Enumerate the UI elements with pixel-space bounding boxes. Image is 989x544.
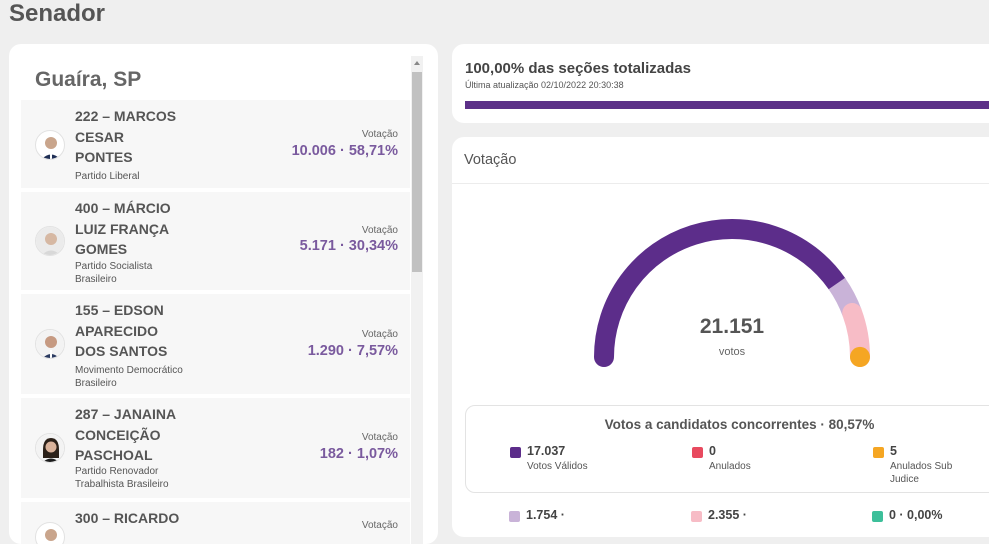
vote-label: Votação [361,129,398,140]
stat-label: Anulados Sub Judice [890,461,953,485]
vote-value: 1.290 · 7,57% [307,343,398,359]
total-votes: 21.151 [699,315,765,338]
vote-value: 10.006 · 58,71% [291,143,398,159]
candidate-photo [35,433,65,463]
candidate-card[interactable]: 222 – MARCOS CESAR PONTES Partido Libera… [21,100,410,188]
candidate-list: 222 – MARCOS CESAR PONTES Partido Libera… [21,100,410,544]
progress-fill [465,101,989,109]
totalization-title: 100,00% das seções totalizadas [465,60,691,77]
candidate-party: Movimento Democrático Brasileiro [75,365,183,389]
candidate-card[interactable]: 300 – RICARDO Votação [21,502,410,544]
candidate-name: 300 – RICARDO [75,510,180,526]
scrollbar-thumb[interactable] [412,72,422,272]
valid-votes-swatch [510,447,521,458]
stat-value: 0 · 0,00% [889,508,943,522]
votes-card: Votação 21.151 votos Votos a candidatos … [452,137,989,537]
candidate-name: 287 – JANAINA CONCEIÇÃO PASCHOAL [75,406,176,463]
null-swatch [691,511,702,522]
stat-value: 0 [709,444,716,458]
candidate-party: Partido Socialista Brasileiro [75,261,153,285]
stat-value: 5 [890,444,897,458]
summary-title: Votos a candidatos concorrentes · 80,57% [604,417,875,432]
scroll-up-arrow-icon[interactable] [414,61,420,65]
total-votes-unit: votos [718,346,746,358]
blank-swatch [509,511,520,522]
candidate-photo [35,522,65,544]
city-title: Guaíra, SP [35,68,142,91]
candidate-party: Partido Liberal [75,171,140,182]
candidate-name: 222 – MARCOS CESAR PONTES [75,108,177,165]
vote-label: Votação [361,432,398,443]
candidate-card[interactable]: 155 – EDSON APARECIDO DOS SANTOS Movimen… [21,294,410,394]
candidate-photo [35,226,65,256]
stat-label: Votos Válidos [527,461,588,472]
votes-header: Votação [464,152,517,168]
stat-value: 1.754 · [526,508,565,522]
candidate-card[interactable]: 287 – JANAINA CONCEIÇÃO PASCHOAL Partido… [21,398,410,498]
vote-label: Votação [361,520,398,531]
vote-label: Votação [361,225,398,236]
candidate-card[interactable]: 400 – MÁRCIO LUIZ FRANÇA GOMES Partido S… [21,192,410,290]
vote-value: 5.171 · 30,34% [299,238,398,254]
stat-value: 17.037 [527,444,566,458]
totalization-card: 100,00% das seções totalizadas Última at… [452,44,989,123]
divider [452,183,989,184]
candidates-panel: Guaíra, SP 222 – MARCOS CESAR PONTES Par… [9,44,438,544]
candidate-name: 155 – EDSON APARECIDO DOS SANTOS [75,302,168,359]
scrollbar[interactable] [411,56,423,544]
stat-value: 2.355 · [708,508,747,522]
candidate-name: 400 – MÁRCIO LUIZ FRANÇA GOMES [75,200,171,257]
candidate-photo [35,130,65,160]
votes-gauge [594,219,871,367]
totalization-progress-bar [465,101,989,109]
candidate-photo [35,329,65,359]
stat-label: Anulados [709,461,751,472]
vote-label: Votação [361,329,398,340]
candidate-party: Partido Renovador Trabalhista Brasileiro [75,466,169,490]
vote-value: 182 · 1,07% [319,446,398,462]
annulled-swatch [692,447,703,458]
other-swatch [872,511,883,522]
last-update: Última atualização 02/10/2022 20:30:38 [465,80,624,90]
sub-judice-swatch [873,447,884,458]
votes-summary: Votos a candidatos concorrentes · 80,57%… [465,405,989,493]
page-title: Senador [9,0,106,27]
